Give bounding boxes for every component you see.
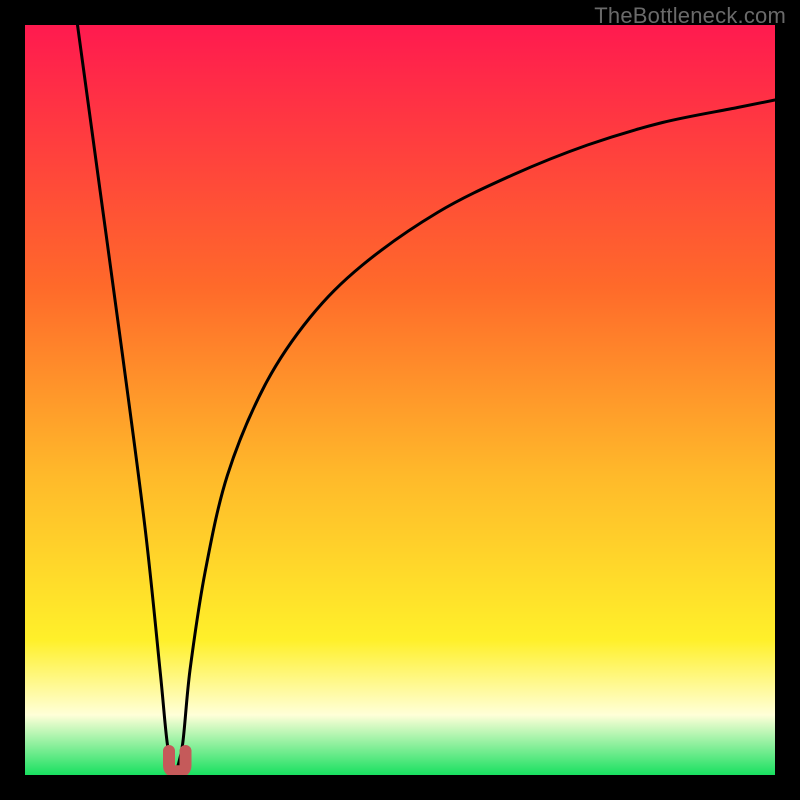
chart-frame: TheBottleneck.com [0, 0, 800, 800]
gradient-background [25, 25, 775, 775]
plot-area [25, 25, 775, 775]
watermark-text: TheBottleneck.com [594, 3, 786, 29]
chart-svg [25, 25, 775, 775]
